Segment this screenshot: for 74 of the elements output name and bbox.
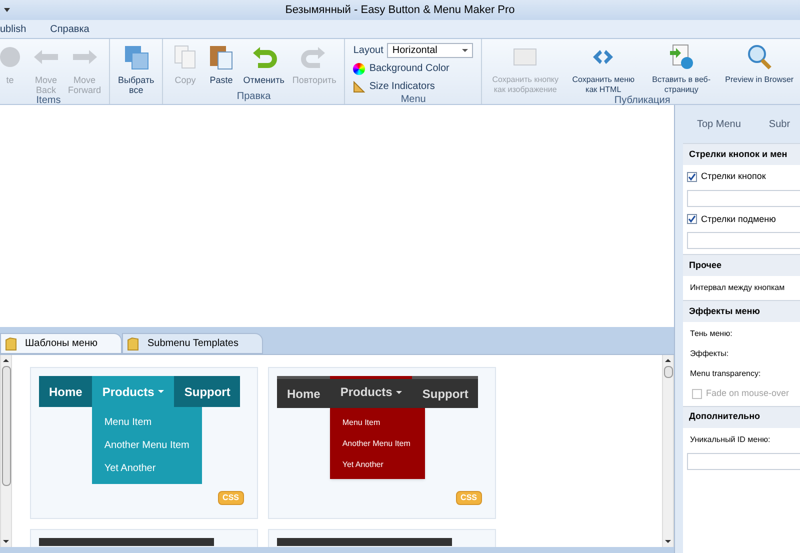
scrollbar[interactable]: [0, 355, 12, 547]
menu-preview-item[interactable]: Support: [174, 376, 240, 407]
panel-tab[interactable]: Subr: [768, 116, 790, 132]
property-label: Эффекты:: [689, 348, 730, 360]
checkbox[interactable]: [687, 214, 697, 224]
scroll-down-icon: [3, 540, 9, 543]
ribbon-button[interactable]: Отменить: [239, 39, 288, 85]
group-label: Items: [36, 95, 61, 106]
submenu-item: Yet Another: [341, 459, 384, 471]
property-label: Интервал между кнопкам: [689, 282, 786, 294]
template-tab[interactable]: Submenu Templates: [122, 333, 264, 354]
scroll-thumb[interactable]: [664, 366, 672, 378]
layout-dropdown[interactable]: Horizontal: [387, 43, 474, 58]
template-card[interactable]: Home Products Menu Item Another Menu Item Yet Another Support CSS: [30, 367, 258, 519]
group-label: Menu: [400, 94, 426, 105]
menu-preview-item[interactable]: Support: [412, 379, 478, 408]
menu-preview-item[interactable]: Home: [277, 379, 330, 408]
submenu-item: Another Menu Item: [341, 438, 412, 450]
scroll-down-icon: [665, 540, 671, 543]
group-label: Правка: [236, 91, 271, 102]
section-title: Эффекты меню: [689, 304, 760, 318]
ruler-icon: [353, 80, 366, 92]
css-badge: CSS: [456, 491, 482, 505]
menu-preview-item[interactable]: Home: [39, 376, 92, 407]
ribbon-button[interactable]: Сохранить меню как HTML: [564, 39, 642, 95]
checkmark-icon: [688, 215, 696, 224]
input-field[interactable]: [687, 190, 800, 206]
ribbon-button[interactable]: Вставить в веб-страницу: [642, 39, 720, 95]
menu-item[interactable]: Справка: [50, 22, 90, 36]
input-field[interactable]: [687, 452, 800, 470]
scroll-thumb[interactable]: [2, 366, 10, 486]
submenu-item: Yet Another: [103, 462, 157, 476]
color-wheel-icon: [353, 62, 366, 74]
search-icon: [745, 43, 774, 71]
checkbox[interactable]: [687, 172, 697, 182]
folder-icon: [127, 336, 140, 350]
submenu-item: Menu Item: [103, 416, 153, 430]
property-label: Уникальный ID меню:: [689, 434, 772, 446]
checkbox-label: Стрелки кнопок: [701, 170, 766, 183]
input-field[interactable]: [687, 232, 800, 249]
caret-icon: [396, 390, 402, 394]
css-badge: CSS: [218, 491, 244, 505]
template-card[interactable]: Home Products Menu Item Another Menu Item Yet Another Support CSS: [268, 367, 496, 519]
quick-access-caret-icon[interactable]: [4, 8, 10, 12]
insert-page-icon: [667, 43, 696, 71]
checkbox-label: Fade on mouse-over: [706, 387, 790, 400]
menu-item[interactable]: ublish: [0, 22, 26, 36]
submenu-item: Another Menu Item: [103, 439, 190, 453]
caret-icon: [158, 390, 164, 393]
section-title: Прочее: [689, 258, 722, 272]
scroll-up-icon: [665, 359, 671, 362]
layout-label: Layout: [353, 44, 384, 58]
template-tab[interactable]: Шаблоны меню: [0, 333, 122, 354]
checkbox-label: Стрелки подменю: [701, 212, 776, 226]
caret-icon: [462, 49, 468, 52]
panel-tab[interactable]: Top Menu: [697, 116, 741, 132]
ribbon-option[interactable]: Background Color: [353, 61, 474, 76]
ribbon-button[interactable]: Preview in Browser: [720, 39, 798, 85]
scroll-up-icon: [3, 359, 9, 362]
property-label: Menu transparency:: [689, 368, 762, 380]
ribbon-button[interactable]: Paste: [203, 39, 240, 85]
checkmark-icon: [688, 172, 696, 181]
group-label: Публикация: [614, 95, 670, 106]
folder-icon: [5, 336, 17, 350]
paste-icon: [207, 43, 236, 71]
ribbon-button[interactable]: Выбрать все: [114, 39, 158, 95]
submenu-item: Menu Item: [341, 417, 382, 429]
window-title: Безымянный - Easy Button & Menu Maker Pro: [285, 2, 515, 18]
ribbon-option[interactable]: Size Indicators: [353, 79, 474, 94]
section-title: Стрелки кнопок и мен: [689, 148, 788, 161]
property-label: Тень меню:: [689, 328, 734, 340]
scrollbar[interactable]: [662, 355, 674, 547]
section-title: Дополнительно: [689, 410, 760, 424]
select-all-icon: [122, 43, 150, 71]
